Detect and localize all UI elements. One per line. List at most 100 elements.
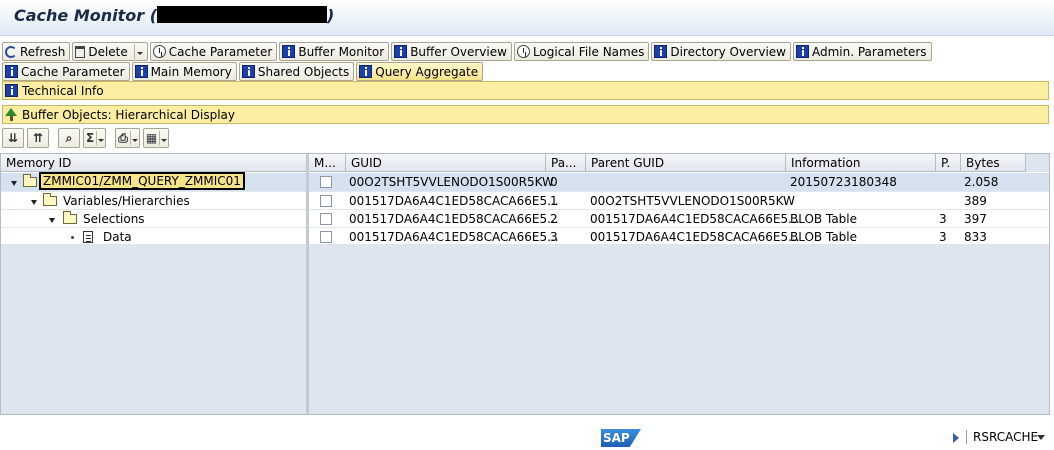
info-icon: [282, 45, 296, 58]
guid-cell: 001517DA6A4C1ED58CACA66E5...: [349, 230, 559, 244]
logical-file-names-button[interactable]: Logical File Names: [513, 42, 650, 61]
delete-button[interactable]: Delete: [72, 42, 148, 61]
pane-splitter[interactable]: [306, 154, 309, 414]
pa-cell: 0: [550, 175, 558, 189]
query-aggregate-button[interactable]: Query Aggregate: [356, 62, 484, 81]
collapse-all-button[interactable]: ⇈: [27, 128, 49, 148]
info-icon: [5, 84, 18, 97]
parent-guid-cell: 00O2TSHT5VVLENODO1S00R5KW: [590, 194, 795, 208]
chevron-down-icon[interactable]: [159, 131, 168, 145]
alv-toolbar: ⇊ ⇈ ⌕ Σ ⎙ ▦: [2, 128, 170, 148]
info-icon: [5, 65, 18, 78]
admin-parameters-button[interactable]: Admin. Parameters: [792, 42, 932, 61]
buffer-monitor-button[interactable]: Buffer Monitor: [279, 42, 390, 61]
cache-parameter-button[interactable]: Cache Parameter: [149, 42, 278, 61]
play-icon[interactable]: [953, 433, 959, 443]
column-header-pa[interactable]: Pa...: [546, 154, 586, 172]
tree-node-label[interactable]: Variables/Hierarchies: [63, 192, 190, 210]
pa-cell: 1: [550, 194, 558, 208]
column-header-guid[interactable]: GUID: [346, 154, 546, 172]
info-icon: [654, 45, 668, 58]
folder-icon-cell: [63, 210, 77, 228]
row-checkbox[interactable]: [320, 231, 332, 243]
grid-icon: ▦: [145, 131, 158, 145]
folder-icon: [23, 174, 37, 187]
sap-logo: SAP: [601, 429, 641, 447]
collapse-all-icon: ⇈: [32, 131, 44, 145]
expand-toggle[interactable]: [49, 210, 55, 228]
expand-all-icon: ⇊: [7, 131, 19, 145]
folder-icon-cell: [23, 173, 37, 191]
bytes-cell: 397: [964, 212, 987, 226]
row-checkbox[interactable]: [320, 195, 332, 207]
status-bar: SAP RSRCACHE: [0, 425, 1054, 450]
table-row[interactable]: Data 001517DA6A4C1ED58CACA66E5... 3 0015…: [1, 227, 1049, 245]
pa-cell: 3: [550, 230, 558, 244]
tree-node-label[interactable]: Selections: [83, 210, 145, 228]
p-cell: 3: [939, 230, 947, 244]
print-icon: ⎙: [118, 131, 128, 145]
guid-cell: 001517DA6A4C1ED58CACA66E5...: [349, 212, 559, 226]
refresh-button[interactable]: Refresh: [2, 42, 71, 61]
shared-objects-button[interactable]: Shared Objects: [238, 62, 355, 81]
page-title: Cache Monitor (): [14, 6, 335, 25]
column-header-information[interactable]: Information: [786, 154, 936, 172]
table-row[interactable]: Variables/Hierarchies 001517DA6A4C1ED58C…: [1, 191, 1049, 209]
find-button[interactable]: ⌕: [58, 128, 80, 148]
row-checkbox[interactable]: [320, 213, 332, 225]
parent-guid-cell: 001517DA6A4C1ED58CACA66E5...: [590, 230, 800, 244]
guid-cell: 001517DA6A4C1ED58CACA66E5...: [349, 194, 559, 208]
column-header-memory-id[interactable]: Memory ID: [1, 154, 307, 172]
column-header-m[interactable]: M...: [309, 154, 346, 172]
expand-toggle[interactable]: [11, 173, 17, 191]
cache-parameter-info-button[interactable]: Cache Parameter: [2, 62, 130, 81]
buffer-objects-bar[interactable]: Buffer Objects: Hierarchical Display: [2, 105, 1049, 124]
table-row[interactable]: ZMMIC01/ZMM_QUERY_ZMMIC01 00O2TSHT5VVLEN…: [1, 172, 1049, 192]
folder-icon: [43, 193, 57, 206]
sigma-icon: Σ: [86, 131, 95, 145]
guid-cell: 00O2TSHT5VVLENODO1S00R5KW: [349, 175, 554, 189]
chevron-down-icon[interactable]: [133, 44, 143, 59]
bullet-icon: [71, 236, 74, 239]
system-info[interactable]: RSRCACHE: [966, 430, 1038, 444]
pa-cell: 2: [550, 212, 558, 226]
technical-info-bar[interactable]: Technical Info: [2, 81, 1049, 100]
info-icon: [359, 65, 373, 78]
info-icon: [241, 65, 255, 78]
information-cell: 20150723180348: [790, 175, 897, 189]
redacted-block: [157, 6, 328, 23]
column-header-bytes[interactable]: Bytes: [961, 154, 1026, 172]
leaf-bullet: [71, 228, 74, 246]
directory-overview-button[interactable]: Directory Overview: [651, 42, 791, 61]
p-cell: 3: [939, 212, 947, 226]
title-bar: Cache Monitor (): [0, 0, 1054, 36]
chevron-down-icon[interactable]: [129, 131, 138, 145]
chevron-down-icon[interactable]: [96, 131, 105, 145]
information-cell: BLOB Table: [790, 230, 858, 244]
document-icon: [83, 231, 93, 243]
info-icon: [394, 45, 408, 58]
application-toolbar-row2: Cache Parameter Main Memory Shared Objec…: [2, 62, 484, 81]
application-toolbar-row1: Refresh Delete Cache Parameter Buffer Mo…: [2, 42, 932, 61]
tree-node-label[interactable]: ZMMIC01/ZMM_QUERY_ZMMIC01: [39, 172, 245, 192]
column-header-p[interactable]: P.: [936, 154, 961, 172]
trash-icon: [75, 45, 86, 58]
expand-all-button[interactable]: ⇊: [2, 128, 24, 148]
buffer-overview-button[interactable]: Buffer Overview: [391, 42, 512, 61]
main-memory-button[interactable]: Main Memory: [131, 62, 237, 81]
table-row[interactable]: Selections 001517DA6A4C1ED58CACA66E5... …: [1, 209, 1049, 227]
sum-button[interactable]: Σ: [83, 128, 107, 148]
chevron-down-icon[interactable]: [1037, 435, 1045, 440]
clock-icon: [152, 45, 166, 58]
column-header-parent-guid[interactable]: Parent GUID: [586, 154, 786, 172]
binoculars-icon: ⌕: [65, 131, 73, 145]
triangle-down-icon: [31, 200, 37, 205]
triangle-down-icon: [11, 181, 17, 186]
layout-button[interactable]: ▦: [142, 128, 170, 148]
row-checkbox[interactable]: [320, 176, 332, 188]
tree-node-label[interactable]: Data: [103, 228, 132, 246]
clock-icon: [516, 45, 530, 58]
expand-toggle[interactable]: [31, 192, 37, 210]
info-icon: [134, 65, 148, 78]
print-button[interactable]: ⎙: [115, 128, 140, 148]
